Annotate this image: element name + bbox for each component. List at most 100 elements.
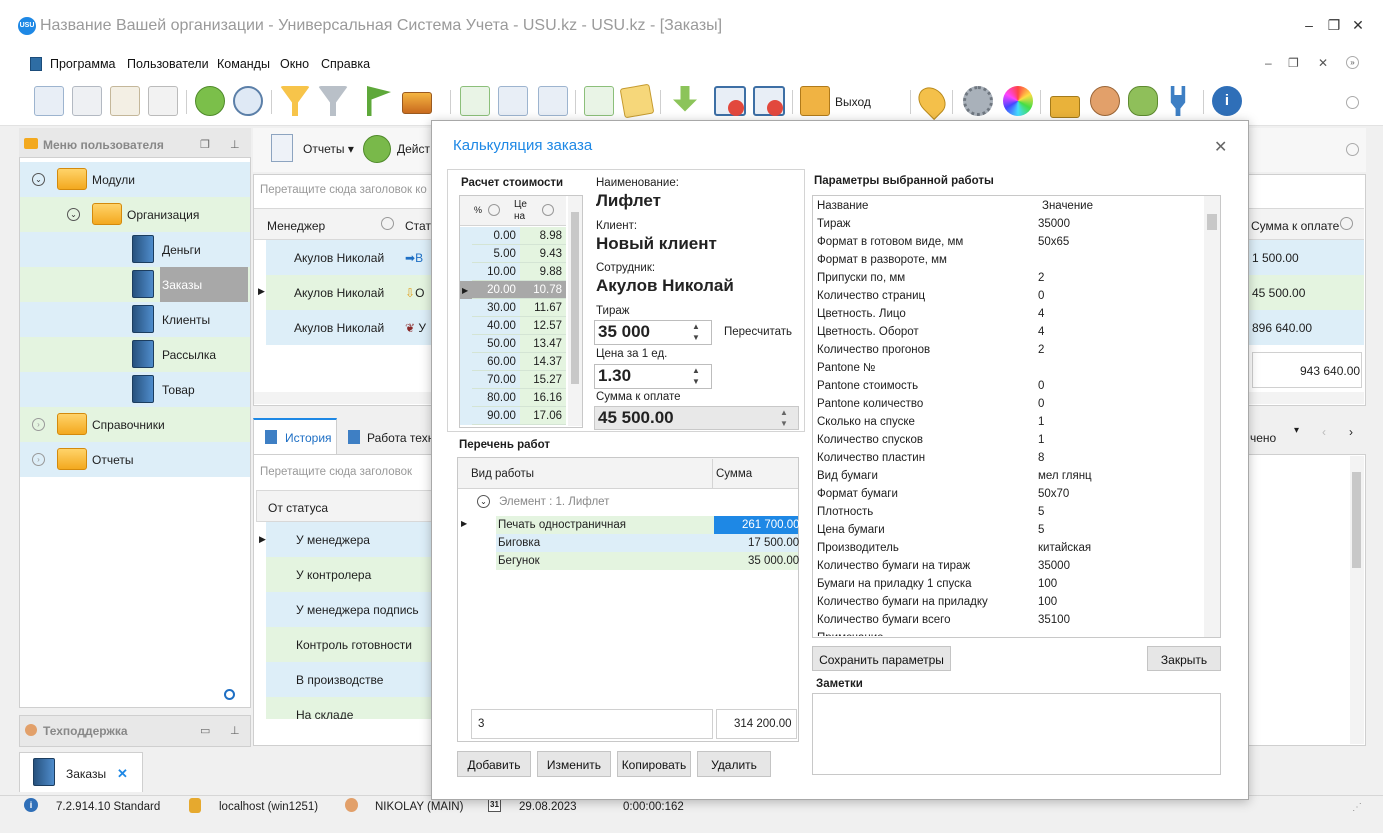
collapse-icon[interactable]: ⌄ [32, 173, 45, 186]
stepper-arrows-icon[interactable]: ▲ ▼ [692, 321, 700, 343]
mdi-close-icon[interactable]: ✕ [1318, 56, 1328, 70]
param-row[interactable]: Количество бумаги на приладку 100 [813, 593, 1203, 611]
tabs-dropdown-icon[interactable]: ▾ [1294, 425, 1299, 436]
calc-row[interactable]: 5.00 9.43 [460, 245, 566, 263]
panel-pin-icon[interactable]: ⊥ [230, 724, 240, 737]
calc-row[interactable]: 60.00 14.37 [460, 353, 566, 371]
calc-row[interactable]: 50.00 13.47 [460, 335, 566, 353]
notes-textarea[interactable] [812, 693, 1221, 775]
calc-row[interactable]: 0.00 8.98 [460, 227, 566, 245]
col-from-status[interactable]: От статуса [268, 501, 328, 515]
param-row[interactable]: Количество пластин 8 [813, 449, 1203, 467]
filter-column-icon[interactable] [542, 204, 554, 216]
mdi-minimize-icon[interactable]: – [1265, 56, 1272, 70]
param-row[interactable]: Сколько на спуске 1 [813, 413, 1203, 431]
new-document-icon[interactable] [34, 86, 64, 116]
delete-document-icon[interactable] [148, 86, 178, 116]
tree-up-icon[interactable] [538, 86, 568, 116]
search-icon[interactable] [224, 689, 235, 700]
menu-users[interactable]: Пользователи [127, 57, 209, 71]
calc-col-percent[interactable]: % [474, 205, 482, 215]
scroll-thumb[interactable] [1352, 472, 1361, 568]
tree-down-icon[interactable] [498, 86, 528, 116]
calc-row[interactable]: 80.00 16.16 [460, 389, 566, 407]
param-row[interactable]: Pantone № [813, 359, 1203, 377]
param-row[interactable]: Бумаги на приладку 1 спуска 100 [813, 575, 1203, 593]
resize-grip-icon[interactable]: ⋰ [1352, 802, 1362, 813]
save-params-button[interactable]: Сохранить параметры [812, 646, 951, 671]
info-icon[interactable]: i [1212, 86, 1242, 116]
param-row[interactable]: Вид бумаги мел глянц [813, 467, 1203, 485]
menu-help[interactable]: Справка [321, 57, 370, 71]
calc-row[interactable]: 90.00 17.06 [460, 407, 566, 425]
calc-row-selected[interactable]: 20.00 10.78 [460, 281, 566, 299]
expand-icon[interactable]: › [32, 418, 45, 431]
minimize-icon[interactable]: – [1297, 14, 1321, 36]
image-icon[interactable] [402, 92, 432, 114]
param-row[interactable]: Цветность. Лицо 4 [813, 305, 1203, 323]
copy-document-icon[interactable] [72, 86, 102, 116]
param-row[interactable]: Тираж 35000 [813, 215, 1203, 233]
param-row[interactable]: Количество бумаги на тираж 35000 [813, 557, 1203, 575]
tab-work-label[interactable]: Работа техн [367, 431, 434, 445]
actions-icon[interactable] [363, 135, 391, 163]
mdi-restore-icon[interactable]: ❐ [1288, 56, 1299, 70]
edit-document-icon[interactable] [110, 86, 140, 116]
user-icon[interactable] [1090, 86, 1120, 116]
calc-col-price[interactable]: Це на [514, 199, 540, 223]
works-col-sum[interactable]: Сумма [716, 468, 752, 480]
tree-item-reports[interactable] [20, 442, 250, 477]
menu-commands[interactable]: Команды [217, 57, 270, 71]
copy-button[interactable]: Копировать [617, 751, 691, 777]
col-manager[interactable]: Менеджер [267, 219, 325, 233]
tree-item-modules[interactable] [20, 162, 250, 197]
users-group-icon[interactable] [1128, 86, 1158, 116]
actions-label[interactable]: Дейст [397, 142, 430, 156]
close-button[interactable]: Закрыть [1147, 646, 1221, 671]
param-row[interactable]: Количество прогонов 2 [813, 341, 1203, 359]
add-column-icon[interactable] [584, 86, 614, 116]
filter-column-icon[interactable] [1340, 217, 1353, 230]
exit-button-label[interactable]: Выход [835, 95, 871, 109]
param-row[interactable]: Плотность 5 [813, 503, 1203, 521]
param-row[interactable]: Примечание [813, 629, 1203, 636]
reports-icon[interactable] [271, 134, 293, 162]
calc-row[interactable]: 40.00 12.57 [460, 317, 566, 335]
param-row[interactable]: Количество страниц 0 [813, 287, 1203, 305]
lock-icon[interactable] [1050, 96, 1080, 118]
panel-float-icon[interactable]: ▭ [200, 724, 210, 737]
param-row[interactable]: Формат в развороте, мм [813, 251, 1203, 269]
param-row[interactable]: Производитель китайская [813, 539, 1203, 557]
delete-button[interactable]: Удалить [697, 751, 771, 777]
collapse-toolbar-icon[interactable] [1346, 96, 1359, 109]
scroll-thumb[interactable] [1207, 214, 1217, 230]
exit-icon[interactable] [800, 86, 830, 116]
add-button[interactable]: Добавить [457, 751, 531, 777]
stepper-arrows-icon[interactable]: ▲ ▼ [692, 365, 700, 387]
reports-menu[interactable]: Отчеты ▾ [303, 142, 354, 156]
collapse-group-icon[interactable]: ⌄ [477, 495, 490, 508]
param-row[interactable]: Формат в готовом виде, мм 50x65 [813, 233, 1203, 251]
close-tab-icon[interactable]: ✕ [117, 766, 128, 782]
param-row[interactable]: Припуски по, мм 2 [813, 269, 1203, 287]
filter-column-icon[interactable] [488, 204, 500, 216]
tabs-prev-icon[interactable]: ‹ [1322, 425, 1326, 439]
search-icon[interactable] [233, 86, 263, 116]
param-row[interactable]: Количество бумаги всего 35100 [813, 611, 1203, 629]
expand-rows-icon[interactable] [460, 86, 490, 116]
col-status[interactable]: Стат [405, 219, 431, 233]
calc-row[interactable]: 30.00 11.67 [460, 299, 566, 317]
param-row[interactable]: Pantone стоимость 0 [813, 377, 1203, 395]
panel-float-icon[interactable]: ❐ [200, 138, 210, 151]
tabs-next-icon[interactable]: › [1349, 425, 1353, 439]
scroll-thumb[interactable] [571, 212, 579, 384]
menu-window[interactable]: Окно [280, 57, 309, 71]
filter-column-icon[interactable] [381, 217, 394, 230]
param-row[interactable]: Количество спусков 1 [813, 431, 1203, 449]
col-sum[interactable]: Сумма к оплате [1251, 219, 1339, 233]
maximize-icon[interactable]: ❐ [1322, 14, 1346, 36]
settings-gear-icon[interactable] [963, 86, 993, 116]
close-icon[interactable]: ✕ [1346, 14, 1370, 36]
param-row[interactable]: Цветность. Оборот 4 [813, 323, 1203, 341]
calc-row[interactable]: 10.00 9.88 [460, 263, 566, 281]
